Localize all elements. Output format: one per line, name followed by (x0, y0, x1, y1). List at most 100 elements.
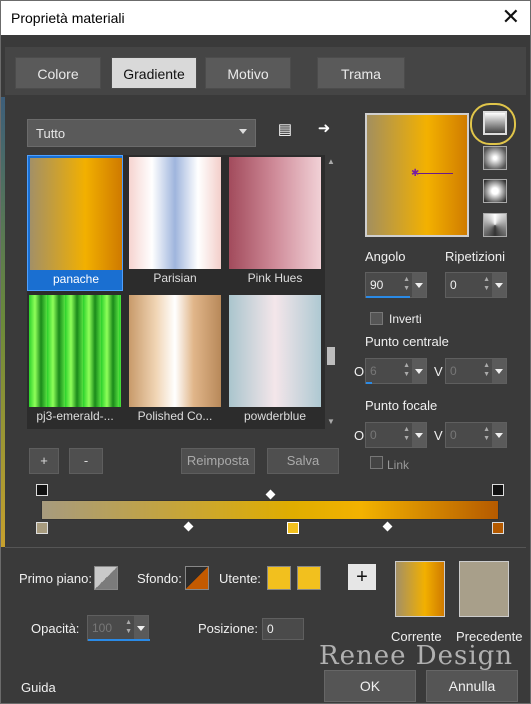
color-midpoint[interactable] (382, 521, 393, 532)
gradient-label: panache (52, 272, 100, 286)
gradient-label: pj3-emerald-... (36, 409, 114, 423)
transparency-midpoint[interactable] (265, 489, 276, 500)
tab-gradiente[interactable]: Gradiente (111, 57, 197, 89)
gradient-thumb (229, 295, 321, 407)
gradient-label: Parisian (153, 271, 197, 285)
help-link[interactable]: Guida (21, 680, 56, 695)
scroll-up-icon[interactable]: ▲ (326, 157, 336, 167)
linear-type-icon[interactable] (483, 111, 507, 135)
gallery-scrollbar[interactable]: ▲ ▼ (325, 155, 337, 429)
gradient-thumb (129, 295, 221, 407)
gradient-item-polished[interactable]: Polished Co... (127, 293, 223, 429)
center-o-value: 6 (370, 364, 377, 378)
save-button[interactable]: Salva (267, 448, 339, 474)
scroll-down-icon[interactable]: ▼ (326, 417, 336, 427)
background-swatch[interactable] (185, 566, 209, 590)
transparency-stop-right[interactable] (492, 484, 504, 496)
tab-bar: Colore Gradiente Motivo Trama (5, 47, 526, 95)
gradient-item-pink-hues[interactable]: Pink Hues (227, 155, 323, 291)
gradient-editor-bar[interactable] (41, 500, 499, 520)
gradient-label: Pink Hues (247, 271, 303, 285)
foreground-swatch[interactable] (94, 566, 118, 590)
current-swatch[interactable] (395, 561, 445, 617)
watermark: Renee Design (319, 641, 514, 671)
add-gradient-button[interactable]: + (29, 448, 59, 474)
repeat-input[interactable]: 0 ▲ ▼ (445, 272, 507, 298)
color-stop-middle[interactable] (287, 522, 299, 534)
focal-o-input[interactable]: 0 ▲ ▼ (365, 422, 427, 448)
window-title: Proprietà materiali (11, 10, 125, 26)
cancel-button[interactable]: Annulla (426, 670, 518, 702)
previous-swatch[interactable] (459, 561, 509, 617)
color-midpoint[interactable] (183, 521, 194, 532)
remove-gradient-button[interactable]: - (69, 448, 103, 474)
foreground-label: Primo piano: (19, 571, 92, 586)
tab-trama[interactable]: Trama (317, 57, 405, 89)
repeat-dropdown[interactable] (492, 273, 506, 297)
focal-o-dropdown[interactable] (412, 423, 426, 447)
gradient-preview[interactable]: ✱ (365, 113, 469, 237)
repeat-label: Ripetizioni (445, 249, 505, 264)
spin-arrows-icon[interactable]: ▲ ▼ (483, 425, 490, 443)
scroll-thumb[interactable] (327, 347, 335, 365)
library-icon[interactable]: ▤ (274, 119, 296, 141)
focal-v-input[interactable]: 0 ▲ ▼ (445, 422, 507, 448)
gradient-thumb (129, 157, 221, 269)
spin-arrows-icon[interactable]: ▲ ▼ (403, 425, 410, 443)
angle-dropdown[interactable] (412, 273, 426, 297)
reset-button[interactable]: Reimposta (181, 448, 255, 474)
focal-v-dropdown[interactable] (492, 423, 506, 447)
spin-arrows-icon[interactable]: ▲ ▼ (483, 361, 490, 379)
center-point-label: Punto centrale (365, 334, 449, 349)
opacity-input[interactable]: 100 ▲ ▼ (87, 615, 150, 641)
add-swatch-button[interactable]: + (348, 564, 376, 590)
gradient-thumb (229, 157, 321, 269)
rectangular-type-icon[interactable] (483, 146, 507, 170)
angle-slider[interactable] (366, 296, 410, 298)
focal-o-label: O (354, 428, 365, 443)
opacity-dropdown[interactable] (134, 616, 148, 640)
angle-value: 90 (370, 278, 384, 292)
sunburst-type-icon[interactable] (483, 213, 507, 237)
position-value: 0 (267, 622, 274, 636)
invert-checkbox[interactable] (370, 312, 383, 325)
tab-colore[interactable]: Colore (15, 57, 101, 89)
center-point-icon[interactable]: ✱ (411, 169, 419, 179)
link-checkbox[interactable] (370, 456, 383, 469)
position-input[interactable]: 0 (262, 618, 304, 640)
color-stop-right[interactable] (492, 522, 504, 534)
center-o-input[interactable]: 6 ▲ ▼ (365, 358, 427, 384)
gradient-label: Polished Co... (137, 409, 213, 423)
gradient-item-powderblue[interactable]: powderblue (227, 293, 323, 429)
chevron-down-icon (239, 129, 247, 134)
gradient-item-parisian[interactable]: Parisian (127, 155, 223, 291)
transparency-stop-left[interactable] (36, 484, 48, 496)
close-icon[interactable]: ✕ (502, 5, 520, 29)
gradient-label: powderblue (243, 409, 307, 423)
category-select[interactable]: Tutto (27, 119, 256, 147)
angle-label: Angolo (365, 249, 406, 264)
spin-arrows-icon[interactable]: ▲ ▼ (125, 618, 132, 636)
user-color-swatch[interactable] (267, 566, 291, 590)
spin-arrows-icon[interactable]: ▲ ▼ (403, 275, 410, 293)
opacity-slider[interactable] (88, 639, 150, 641)
spin-arrows-icon[interactable]: ▲ ▼ (483, 275, 490, 293)
arrow-right-icon[interactable]: ➜ (313, 118, 335, 140)
ok-button[interactable]: OK (324, 670, 416, 702)
center-v-input[interactable]: 0 ▲ ▼ (445, 358, 507, 384)
radial-type-icon[interactable] (483, 179, 507, 203)
spin-arrows-icon[interactable]: ▲ ▼ (403, 361, 410, 379)
background-label: Sfondo: (137, 571, 182, 586)
user-color-swatch-2[interactable] (297, 566, 321, 590)
gradient-thumb (30, 158, 122, 270)
angle-input[interactable]: 90 ▲ ▼ (365, 272, 427, 298)
center-o-dropdown[interactable] (412, 359, 426, 383)
gradient-item-panache[interactable]: panache (27, 155, 123, 291)
color-stop-left[interactable] (36, 522, 48, 534)
title-bar: Proprietà materiali ✕ (1, 1, 530, 35)
tab-motivo[interactable]: Motivo (205, 57, 291, 89)
center-v-dropdown[interactable] (492, 359, 506, 383)
background-strip (1, 97, 5, 547)
center-o-slider[interactable] (366, 382, 372, 384)
gradient-item-emerald[interactable]: pj3-emerald-... (27, 293, 123, 429)
